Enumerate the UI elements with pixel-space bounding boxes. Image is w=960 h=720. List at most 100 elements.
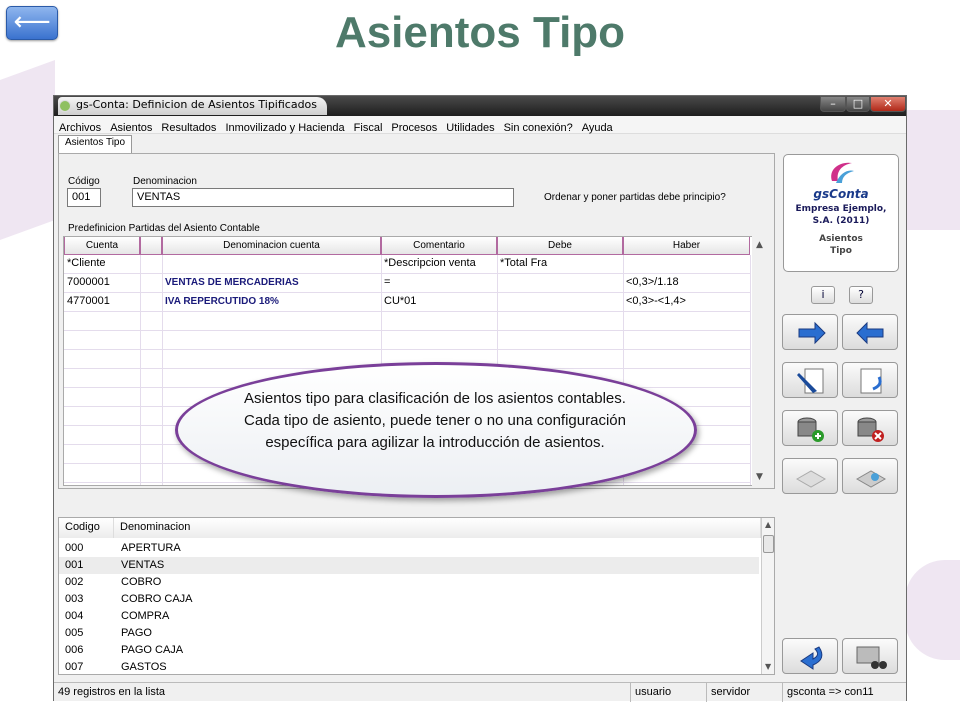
list-cell: 005 (65, 627, 84, 639)
list-cell: 002 (65, 576, 84, 588)
grid-cell: IVA REPERCUTIDO 18% (165, 296, 279, 307)
menu-archivos[interactable]: Archivos (54, 120, 105, 134)
status-db: gsconta => con11 (787, 686, 874, 698)
scroll-up-icon[interactable]: ▲ (765, 520, 771, 529)
status-bar: 49 registros en la lista usuario servido… (54, 682, 906, 702)
slide-title: Asientos Tipo (334, 8, 626, 57)
list-cell: COBRO (121, 576, 162, 588)
grid-cell: 7000001 (67, 276, 110, 288)
list-item[interactable]: 003 COBRO CAJA (59, 591, 759, 608)
status-server: servidor (707, 683, 783, 702)
company-logo-panel: gsConta Empresa Ejemplo, S.A. (2011) Asi… (783, 154, 899, 272)
table-row[interactable] (64, 312, 750, 331)
grid-header-blank[interactable] (140, 237, 162, 255)
pencil-document-icon (797, 368, 824, 394)
binoculars-icon (856, 646, 887, 669)
delete-record-button[interactable] (842, 410, 898, 446)
grid-header-comentario[interactable]: Comentario (381, 237, 497, 255)
background-decoration (905, 110, 960, 230)
grid-cell: *Cliente (67, 257, 106, 269)
edit-button[interactable] (782, 362, 838, 398)
list-item[interactable]: 004 COMPRA (59, 608, 759, 625)
menu-utilidades[interactable]: Utilidades (441, 120, 498, 134)
menu-fiscal[interactable]: Fiscal (349, 120, 387, 134)
previous-record-button[interactable] (842, 314, 898, 350)
list-item[interactable]: 007 GASTOS (59, 659, 759, 674)
list-item[interactable]: 005 PAGO (59, 625, 759, 642)
maximize-button[interactable]: □ (846, 96, 870, 112)
menu-procesos[interactable]: Procesos (386, 120, 441, 134)
return-button[interactable] (782, 638, 838, 674)
asientos-list: Codigo Denominacion 000 APERTURA 001 VENTA… (58, 517, 775, 675)
database-delete-icon (857, 417, 884, 442)
list-item[interactable]: 006 PAGO CAJA (59, 642, 759, 659)
brand-name: gsConta (813, 187, 869, 201)
list-item-selected[interactable]: 001 VENTAS (59, 557, 759, 574)
grid-scrollbar[interactable]: ▲ ▼ (752, 236, 770, 486)
list-item[interactable]: 000 APERTURA (59, 540, 759, 557)
list-scrollbar[interactable]: ▲ ▼ (761, 518, 774, 674)
scroll-up-icon[interactable]: ▲ (756, 240, 763, 250)
list-cell: 007 (65, 661, 84, 673)
menu-bar: Archivos Asientos Resultados Inmovilizado y… (54, 116, 906, 134)
table-row[interactable]: 7000001 VENTAS DE MERCADERIAS = <0,3>/1.… (64, 274, 750, 293)
tab-asientos-tipo[interactable]: Asientos Tipo (58, 135, 133, 153)
close-button[interactable]: ✕ (870, 96, 906, 112)
grid-header-debe[interactable]: Debe (497, 237, 623, 255)
section-label: Predefinicion Partidas del Asiento Conta… (68, 223, 260, 234)
list-cell: VENTAS (121, 559, 165, 571)
denominacion-field[interactable]: VENTAS (132, 188, 514, 207)
list-cell: COBRO CAJA (121, 593, 193, 605)
window-title: gs-Conta: Definicion de Asientos Tipific… (58, 97, 328, 115)
print-button[interactable] (782, 458, 838, 494)
undo-arrow-icon (800, 646, 823, 670)
table-row[interactable]: 4770001 IVA REPERCUTIDO 18% CU*01 <0,3>-… (64, 293, 750, 312)
grid-cell: VENTAS DE MERCADERIAS (165, 277, 299, 288)
menu-sin-conexion[interactable]: Sin conexión? (499, 120, 577, 134)
next-record-button[interactable] (782, 314, 838, 350)
grid-cell: CU*01 (384, 295, 417, 307)
list-cell: PAGO CAJA (121, 644, 184, 656)
menu-asientos[interactable]: Asientos (105, 120, 156, 134)
list-cell: PAGO (121, 627, 152, 639)
slide: ⟵ Asientos Tipo gs-Conta: Definicion de … (0, 0, 960, 720)
document-arrow-icon (860, 368, 882, 394)
grid-header-haber[interactable]: Haber (623, 237, 750, 255)
help-button[interactable]: ? (849, 286, 873, 304)
info-button[interactable]: i (811, 286, 835, 304)
ordenar-checkbox-label: Ordenar y poner partidas debe principio? (544, 192, 726, 203)
grid-header-cuenta[interactable]: Cuenta (64, 237, 140, 255)
menu-inmovilizado[interactable]: Inmovilizado y Hacienda (220, 120, 348, 134)
add-record-button[interactable] (782, 410, 838, 446)
app-icon (59, 100, 71, 112)
list-cell: 000 (65, 542, 84, 554)
menu-resultados[interactable]: Resultados (156, 120, 220, 134)
status-user: usuario (631, 683, 707, 702)
scroll-down-icon[interactable]: ▼ (756, 472, 763, 482)
table-row[interactable] (64, 331, 750, 350)
grid-header-denominacion[interactable]: Denominacion cuenta (162, 237, 381, 255)
background-decoration (0, 59, 55, 241)
search-button[interactable] (842, 638, 898, 674)
menu-ayuda[interactable]: Ayuda (577, 120, 617, 134)
minimize-button[interactable]: – (820, 96, 846, 112)
list-header-denominacion[interactable]: Denominacion (114, 518, 761, 538)
database-add-icon (797, 417, 824, 442)
status-count: 49 registros en la lista (54, 683, 631, 702)
table-row[interactable]: *Cliente *Descripcion venta *Total Fra (64, 255, 750, 274)
scroll-down-icon[interactable]: ▼ (765, 662, 771, 671)
background-decoration (905, 560, 960, 660)
list-item[interactable]: 002 COBRO (59, 574, 759, 591)
grid-cell: *Total Fra (500, 257, 548, 269)
copy-button[interactable] (842, 362, 898, 398)
codigo-field[interactable]: 001 (67, 188, 101, 207)
list-header-codigo[interactable]: Codigo (59, 518, 114, 538)
codigo-label: Código (68, 176, 100, 187)
list-cell: COMPRA (121, 610, 170, 622)
list-cell: 003 (65, 593, 84, 605)
scroll-thumb[interactable] (763, 535, 774, 553)
callout-text: Asientos tipo para clasificación de los … (244, 390, 626, 451)
title-bar: gs-Conta: Definicion de Asientos Tipific… (54, 96, 906, 116)
preview-button[interactable] (842, 458, 898, 494)
arrow-right-icon (798, 321, 826, 345)
